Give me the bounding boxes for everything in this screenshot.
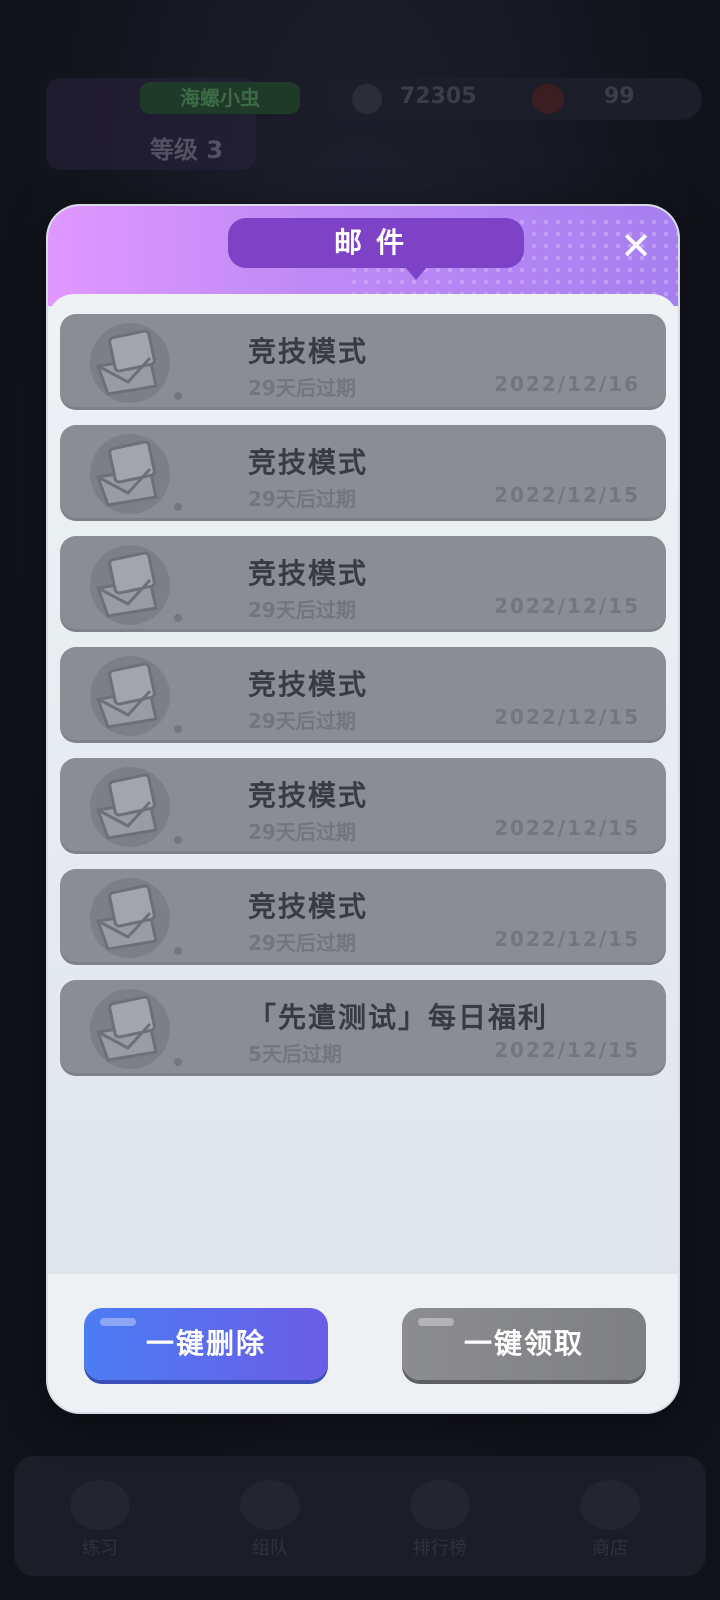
mail-expire: 5天后过期 [248, 1042, 342, 1066]
nav-item-practice: 练习 [40, 1480, 160, 1560]
mail-item[interactable]: 竞技模式 29天后过期 2022/12/15 [60, 758, 666, 854]
mail-expire: 29天后过期 [248, 709, 356, 733]
mail-expire: 29天后过期 [248, 820, 356, 844]
button-shine [418, 1318, 454, 1326]
ranking-icon [410, 1480, 470, 1530]
mail-list[interactable]: 竞技模式 29天后过期 2022/12/16 竞技模式 29天后过期 2022/… [48, 294, 678, 1294]
player-nickname: 海螺小虫 [140, 82, 300, 114]
mail-title: 竞技模式 [248, 446, 369, 479]
claim-all-button[interactable]: 一键领取 [402, 1308, 646, 1380]
mail-title: 竞技模式 [248, 779, 369, 812]
mail-title: 竞技模式 [248, 668, 369, 701]
delete-all-button[interactable]: 一键删除 [84, 1308, 328, 1380]
shop-icon [580, 1480, 640, 1530]
coin-icon [352, 84, 382, 114]
mail-date: 2022/12/15 [494, 1038, 640, 1062]
nav-item-ranking: 排行榜 [380, 1480, 500, 1560]
mail-item[interactable]: 竞技模式 29天后过期 2022/12/16 [60, 314, 666, 410]
mail-title: 竞技模式 [248, 557, 369, 590]
dialog-title: 邮件 [228, 218, 524, 280]
mail-date: 2022/12/15 [494, 816, 640, 840]
envelope-icon [90, 323, 182, 403]
nav-item-shop: 商店 [550, 1480, 670, 1560]
delete-all-label: 一键删除 [145, 1327, 266, 1360]
mail-date: 2022/12/15 [494, 705, 640, 729]
heart-icon [532, 84, 564, 114]
mail-item[interactable]: 竞技模式 29天后过期 2022/12/15 [60, 536, 666, 632]
coin-count: 72305 [400, 84, 477, 109]
mail-item[interactable]: 竞技模式 29天后过期 2022/12/15 [60, 647, 666, 743]
mail-expire: 29天后过期 [248, 931, 356, 955]
nav-item-team: 组队 [210, 1480, 330, 1560]
heart-count: 99 [604, 84, 635, 109]
mail-date: 2022/12/15 [494, 594, 640, 618]
envelope-icon [90, 656, 182, 736]
button-shine [100, 1318, 136, 1326]
mail-date: 2022/12/15 [494, 483, 640, 507]
player-level: 等级 3 [150, 136, 224, 164]
mail-title: 竞技模式 [248, 890, 369, 923]
mail-expire: 29天后过期 [248, 487, 356, 511]
close-icon[interactable]: ✕ [616, 226, 656, 266]
claim-all-label: 一键领取 [463, 1327, 584, 1360]
mail-title: 竞技模式 [248, 335, 369, 368]
mail-dialog: 邮件 ✕ 竞技模式 29天后过期 2022/12/16 竞技模式 29天后过期 … [48, 206, 678, 1412]
mail-expire: 29天后过期 [248, 376, 356, 400]
envelope-icon [90, 878, 182, 958]
mail-title: 「先遣测试」每日福利 [248, 1001, 549, 1034]
practice-icon [70, 1480, 130, 1530]
mail-expire: 29天后过期 [248, 598, 356, 622]
envelope-icon [90, 545, 182, 625]
mail-item[interactable]: 竞技模式 29天后过期 2022/12/15 [60, 869, 666, 965]
mail-item[interactable]: 「先遣测试」每日福利 5天后过期 2022/12/15 [60, 980, 666, 1076]
mail-item[interactable]: 竞技模式 29天后过期 2022/12/15 [60, 425, 666, 521]
envelope-icon [90, 989, 182, 1069]
team-icon [240, 1480, 300, 1530]
envelope-icon [90, 434, 182, 514]
mail-dialog-header: 邮件 ✕ [48, 206, 678, 306]
currency-bar [326, 78, 702, 120]
mail-date: 2022/12/15 [494, 927, 640, 951]
mail-date: 2022/12/16 [494, 372, 640, 396]
envelope-icon [90, 767, 182, 847]
